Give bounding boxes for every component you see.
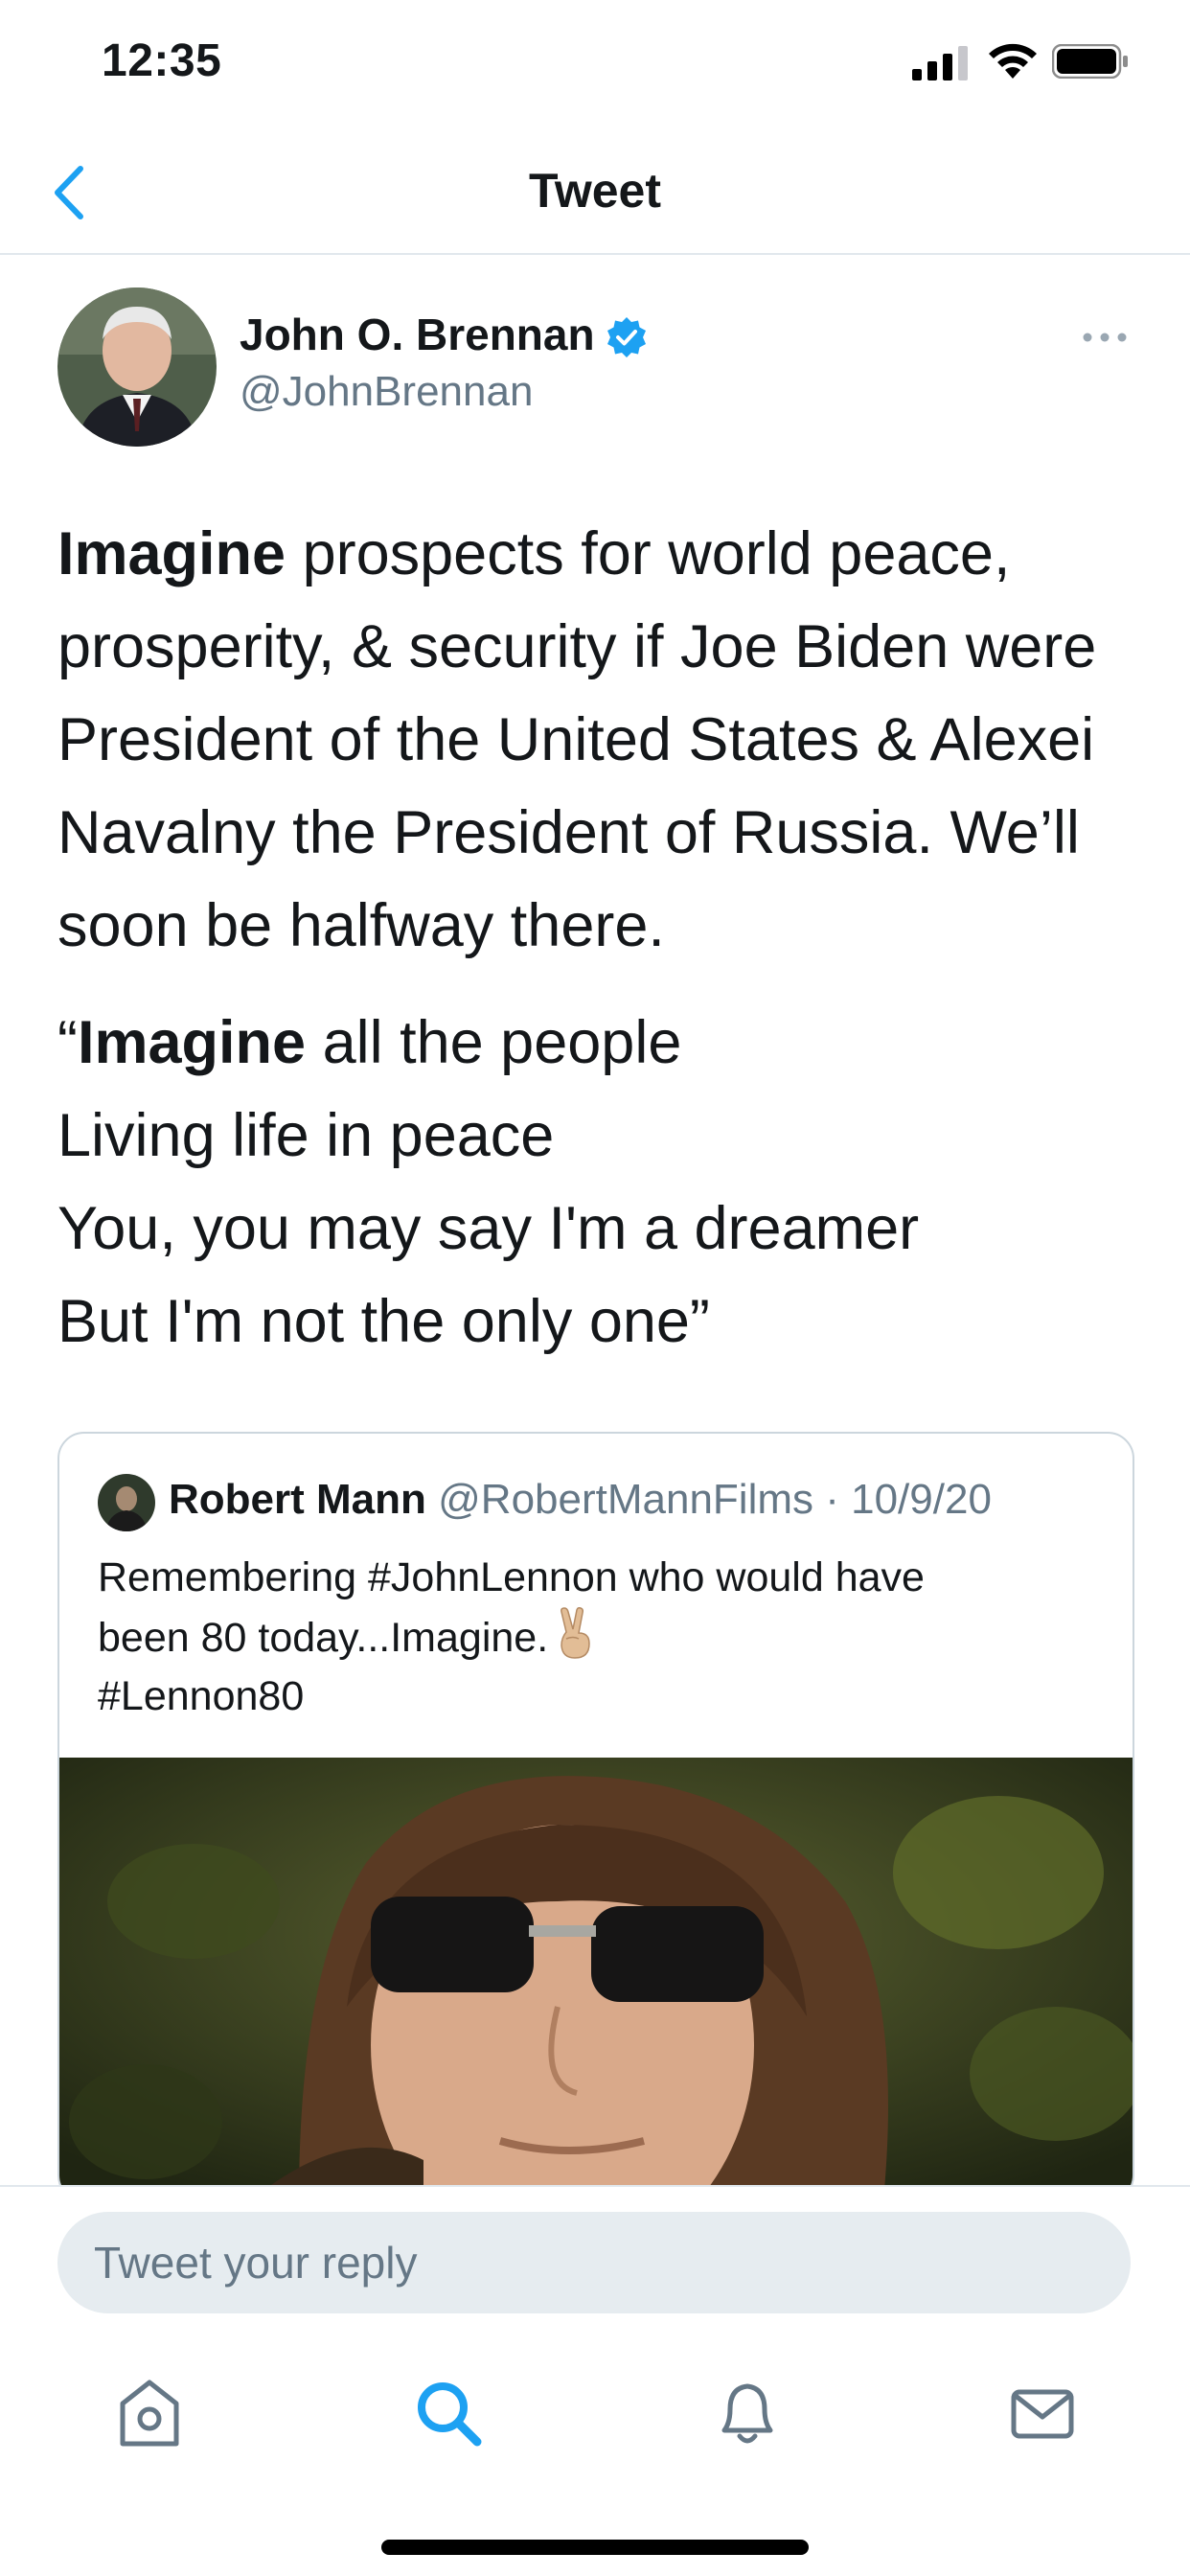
lyric-line-4: But I'm not the only one” [57, 1288, 710, 1355]
nav-bar: Tweet [0, 134, 1190, 255]
quoted-tweet-header: Robert Mann @RobertMannFilms · 10/9/20 [169, 1476, 992, 1524]
tweet-paragraph-2: “Imagine all the people Living life in pe… [57, 997, 1150, 1368]
author-name[interactable]: John O. Brennan [240, 309, 595, 360]
verified-badge-icon [607, 317, 646, 357]
search-icon[interactable] [410, 2375, 487, 2451]
quoted-text-line-2-text: been 80 today...Imagine. [98, 1615, 549, 1661]
reply-input[interactable] [57, 2212, 1131, 2313]
victory-hand-emoji-icon [561, 1607, 590, 1659]
quoted-author-handle: @RobertMannFilms [438, 1476, 813, 1523]
status-time: 12:35 [102, 35, 222, 86]
tweet-bold-word: Imagine [77, 1009, 307, 1076]
quoted-tweet-text: Remembering #JohnLennon who would have b… [98, 1549, 1104, 1726]
wifi-icon [989, 43, 1037, 79]
page-title: Tweet [529, 164, 661, 218]
tweet-bold-word: Imagine [57, 520, 286, 587]
quoted-tweet-card[interactable]: Robert Mann @RobertMannFilms · 10/9/20 R… [57, 1432, 1134, 2202]
quoted-text-line-2: been 80 today...Imagine. [98, 1607, 1104, 1668]
home-indicator[interactable] [381, 2540, 809, 2555]
quoted-separator: · [813, 1476, 852, 1523]
notifications-icon[interactable] [709, 2375, 786, 2451]
quoted-text-line-3: #Lennon80 [98, 1673, 305, 1719]
tab-bar [0, 2319, 1190, 2576]
quoted-author-avatar [98, 1474, 155, 1531]
tweet-paragraph-1: Imagine prospects for world peace, prosp… [57, 508, 1150, 973]
reply-area [0, 2185, 1190, 2321]
quoted-tweet-photo[interactable] [59, 1758, 1133, 2200]
author-avatar[interactable] [57, 288, 217, 447]
messages-icon[interactable] [1004, 2375, 1081, 2451]
author-handle[interactable]: @JohnBrennan [240, 368, 533, 416]
home-icon[interactable] [111, 2375, 188, 2451]
open-quote: “ [57, 1009, 78, 1076]
lyric-line-2: Living life in peace [57, 1102, 555, 1169]
status-bar: 12:35 [0, 0, 1190, 125]
tweet-text: Imagine prospects for world peace, prosp… [57, 508, 1150, 1368]
lyric-line-3: You, you may say I'm a dreamer [57, 1195, 920, 1262]
quoted-text-line-1: Remembering #JohnLennon who would have [98, 1554, 925, 1600]
quoted-author-name: Robert Mann [169, 1476, 426, 1523]
cellular-signal-icon [912, 46, 968, 80]
more-options-icon[interactable] [1081, 330, 1129, 345]
quoted-tweet-date: 10/9/20 [851, 1476, 992, 1523]
battery-icon [1052, 44, 1128, 79]
lyric-line-1: all the people [306, 1009, 682, 1076]
